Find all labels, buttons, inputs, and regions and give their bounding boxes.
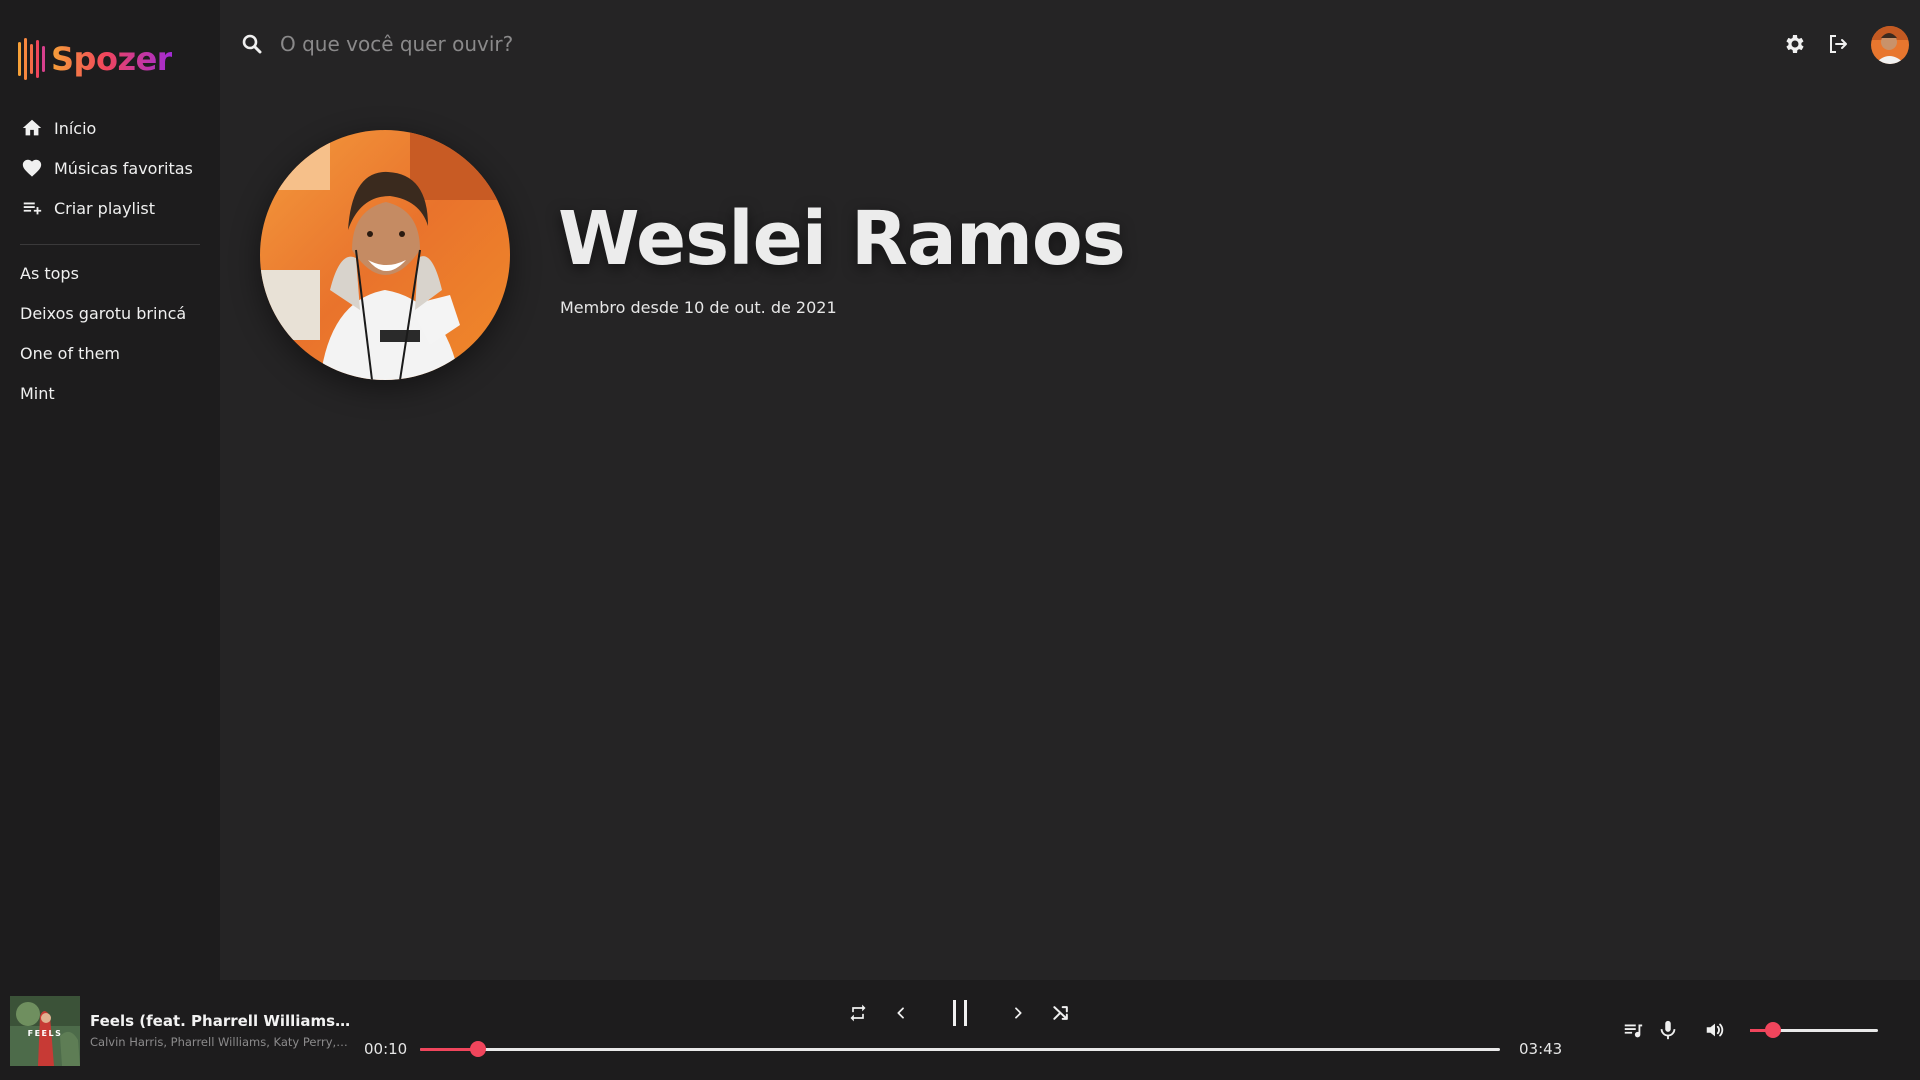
pause-icon[interactable] bbox=[947, 998, 973, 1028]
queue-icon[interactable] bbox=[1621, 1018, 1645, 1042]
total-time: 03:43 bbox=[1519, 1040, 1563, 1058]
playlist-item[interactable]: Mint bbox=[20, 373, 210, 413]
playlist-item[interactable]: One of them bbox=[20, 333, 210, 373]
track-artist[interactable]: Calvin Harris, Pharrell Williams, Katy P… bbox=[90, 1035, 350, 1049]
logo-text: Spozer bbox=[51, 40, 173, 78]
progress-bar[interactable] bbox=[420, 1041, 1500, 1057]
search-input[interactable] bbox=[280, 26, 880, 62]
shuffle-icon[interactable] bbox=[1049, 1001, 1073, 1025]
current-time: 00:10 bbox=[364, 1040, 408, 1058]
logo-bars-icon bbox=[18, 38, 45, 80]
profile-name: Weslei Ramos bbox=[558, 196, 1126, 282]
volume-icon[interactable] bbox=[1703, 1018, 1727, 1042]
playlist-add-icon bbox=[20, 196, 44, 220]
nav-item-label: Início bbox=[54, 118, 97, 138]
avatar[interactable] bbox=[1871, 26, 1909, 64]
logo[interactable]: Spozer bbox=[18, 38, 173, 80]
album-art-text: FEELS bbox=[28, 1029, 63, 1038]
volume-knob[interactable] bbox=[1765, 1022, 1782, 1038]
nav-item-home[interactable]: Início bbox=[20, 108, 200, 148]
volume-slider[interactable] bbox=[1750, 1022, 1878, 1038]
main-nav: Início Músicas favoritas Criar playlist bbox=[20, 108, 200, 228]
sidebar: Spozer Início Músicas favoritas Criar pl… bbox=[0, 0, 220, 980]
nav-item-label: Músicas favoritas bbox=[54, 158, 193, 178]
previous-icon[interactable] bbox=[889, 1001, 913, 1025]
nav-item-label: Criar playlist bbox=[54, 198, 156, 218]
heart-icon bbox=[20, 156, 44, 180]
repeat-icon[interactable] bbox=[846, 1001, 870, 1025]
sidebar-divider bbox=[20, 244, 200, 245]
profile-photo bbox=[260, 130, 510, 380]
logout-icon[interactable] bbox=[1826, 32, 1850, 56]
playlist-item[interactable]: Deixos garotu brincá bbox=[20, 293, 210, 333]
playlist-list: As tops Deixos garotu brincá One of them… bbox=[20, 253, 210, 413]
nav-item-favorites[interactable]: Músicas favoritas bbox=[20, 148, 200, 188]
playlist-item[interactable]: As tops bbox=[20, 253, 210, 293]
home-icon bbox=[20, 116, 44, 140]
search-icon[interactable] bbox=[240, 32, 264, 56]
member-since: Membro desde 10 de out. de 2021 bbox=[560, 298, 837, 317]
gear-icon[interactable] bbox=[1782, 32, 1806, 56]
album-art[interactable]: FEELS bbox=[10, 996, 80, 1066]
track-title[interactable]: Feels (feat. Pharrell Williams, Katy Per… bbox=[90, 1012, 355, 1030]
microphone-icon[interactable] bbox=[1656, 1018, 1680, 1042]
nav-item-create-playlist[interactable]: Criar playlist bbox=[20, 188, 200, 228]
next-icon[interactable] bbox=[1006, 1001, 1030, 1025]
